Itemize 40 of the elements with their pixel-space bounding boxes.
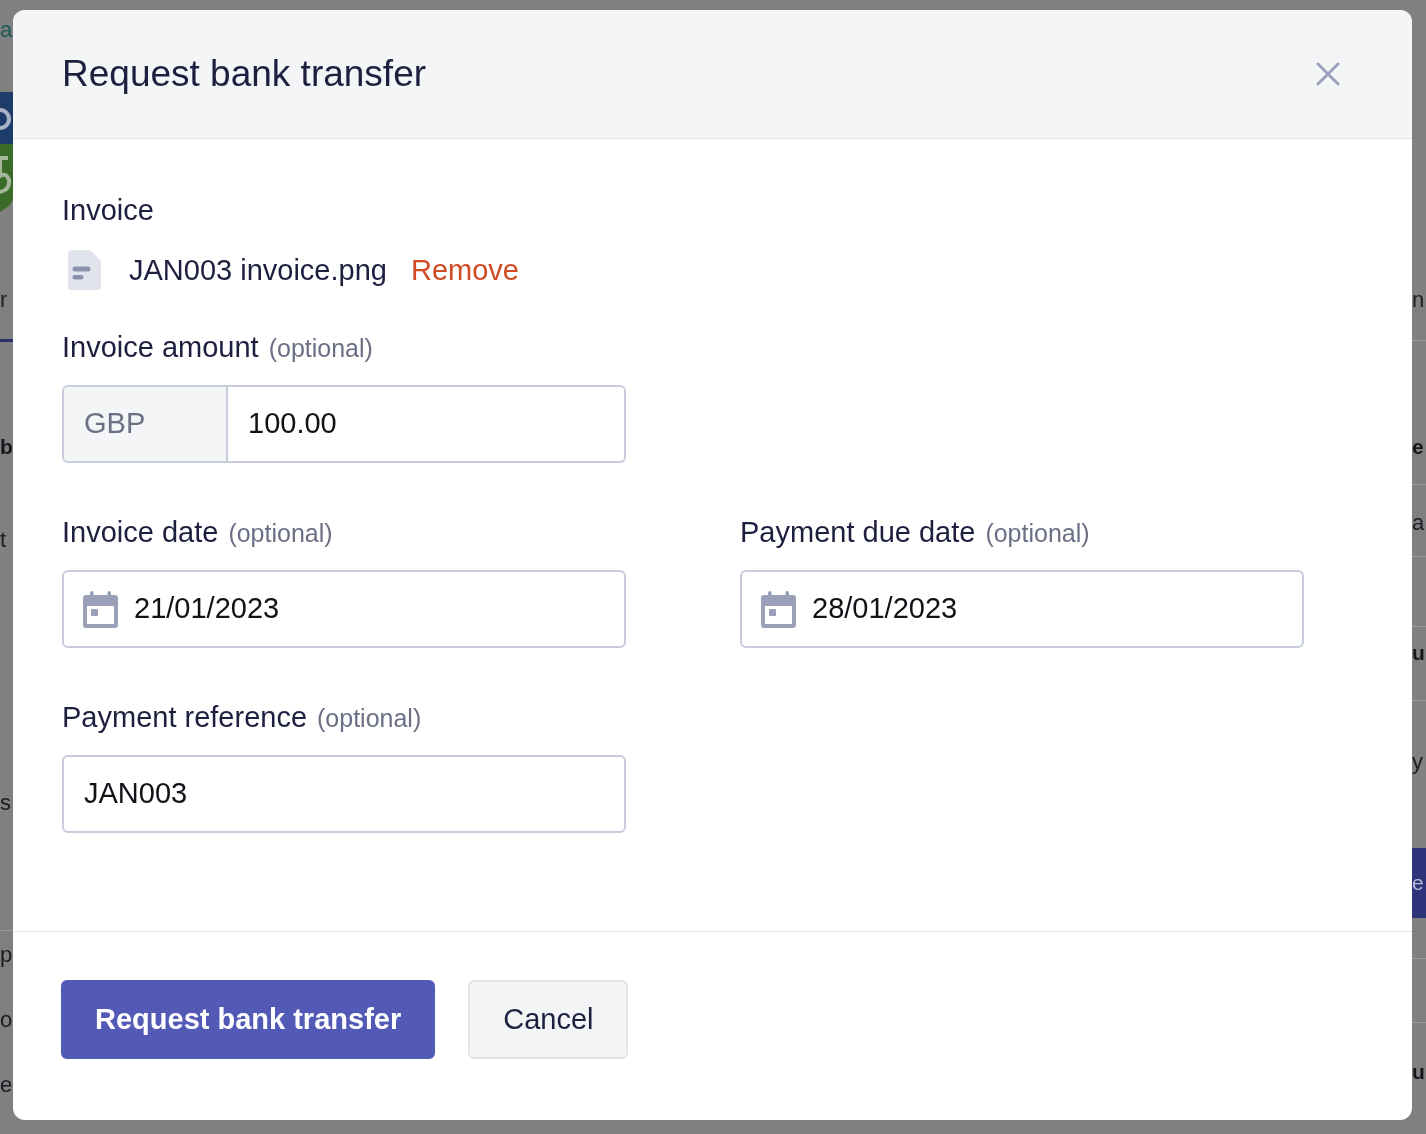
page-text: a bbox=[1412, 509, 1425, 537]
link-text: a bbox=[0, 16, 13, 44]
page-button[interactable]: e bbox=[1412, 848, 1426, 918]
field-label: Invoice amount bbox=[62, 330, 259, 365]
optional-hint: (optional) bbox=[228, 518, 333, 549]
optional-hint: (optional) bbox=[985, 518, 1090, 549]
page-heading: u bbox=[1412, 640, 1425, 666]
date-field[interactable]: 21/01/2023 bbox=[62, 570, 626, 648]
field-label: Invoice date bbox=[62, 515, 219, 550]
field-label: Payment due date bbox=[740, 515, 976, 550]
optional-hint: (optional) bbox=[317, 703, 422, 734]
page-text: s bbox=[0, 789, 11, 817]
page-text: y bbox=[1412, 748, 1423, 776]
page-heading: b bbox=[0, 434, 13, 460]
logo-icon bbox=[0, 92, 13, 212]
page-text: t bbox=[0, 526, 7, 554]
page-text: p bbox=[0, 941, 13, 969]
date-field[interactable]: 28/01/2023 bbox=[740, 570, 1304, 648]
calendar-icon bbox=[761, 590, 796, 628]
optional-hint: (optional) bbox=[268, 333, 373, 364]
dialog-title: Request bank transfer bbox=[62, 52, 427, 96]
file-icon bbox=[68, 250, 101, 290]
file-name: JAN003 invoice.png bbox=[129, 253, 387, 288]
close-button[interactable] bbox=[1316, 62, 1340, 86]
calendar-icon bbox=[83, 590, 118, 628]
submit-button[interactable]: Request bank transfer bbox=[61, 980, 436, 1059]
currency-prefix: GBP bbox=[62, 385, 228, 463]
cancel-button[interactable]: Cancel bbox=[468, 980, 629, 1059]
amount-input[interactable]: 100.00 bbox=[228, 385, 626, 463]
page-text: o bbox=[0, 1006, 13, 1034]
page-text: r bbox=[0, 286, 8, 314]
page-heading: u bbox=[1412, 1059, 1425, 1085]
close-icon bbox=[1316, 62, 1340, 86]
remove-link[interactable]: Remove bbox=[410, 252, 519, 288]
field-label: Payment reference bbox=[62, 700, 307, 735]
page-text: e bbox=[0, 1071, 13, 1099]
page-text: n bbox=[1412, 286, 1425, 314]
section-label: Invoice bbox=[62, 193, 154, 228]
page-heading: e bbox=[1412, 434, 1424, 460]
text-input[interactable]: JAN003 bbox=[62, 755, 626, 833]
